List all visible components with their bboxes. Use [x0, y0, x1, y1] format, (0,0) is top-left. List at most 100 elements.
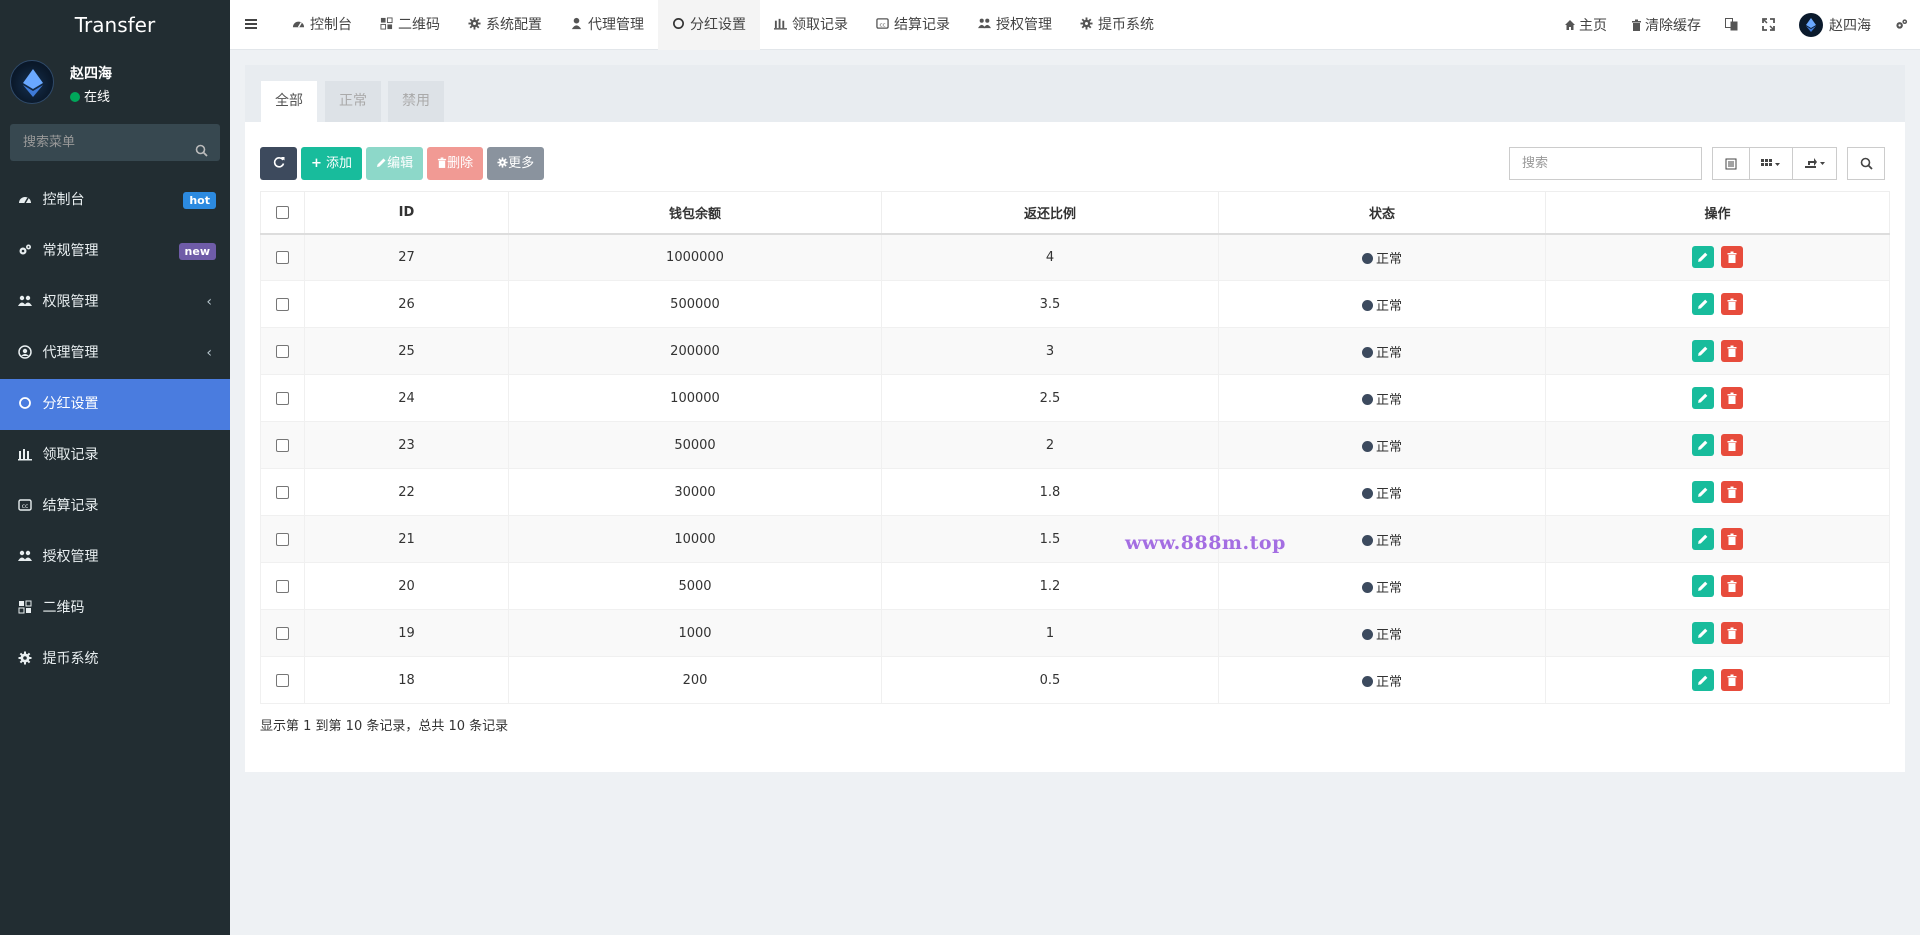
row-edit-button[interactable] [1692, 434, 1715, 456]
tab-settlements[interactable]: cc 结算记录 [862, 0, 964, 50]
sidebar-item-dashboard[interactable]: 控制台 hot [0, 175, 230, 226]
more-button[interactable]: 更多 [487, 147, 545, 180]
tab-authorization[interactable]: 授权管理 [964, 0, 1066, 50]
refresh-button[interactable] [260, 147, 297, 180]
language-button[interactable] [1713, 17, 1750, 33]
clear-cache-button[interactable]: 清除缓存 [1619, 15, 1713, 35]
user-menu[interactable]: 赵四海 [1787, 13, 1883, 37]
more-label: 更多 [508, 156, 535, 171]
table-row[interactable]: 24 100000 2.5 正常 [260, 374, 1890, 422]
table-row[interactable]: 19 1000 1 正常 [260, 609, 1890, 657]
tab-claims[interactable]: 领取记录 [760, 0, 862, 50]
sidebar-item-qrcode[interactable]: 二维码 [0, 583, 230, 634]
row-checkbox[interactable] [276, 579, 289, 593]
row-edit-button[interactable] [1692, 622, 1715, 644]
table-row[interactable]: 25 200000 3 正常 [260, 327, 1890, 375]
row-checkbox[interactable] [276, 626, 289, 640]
row-delete-button[interactable] [1720, 340, 1743, 362]
row-checkbox[interactable] [276, 297, 289, 311]
row-delete-button[interactable] [1720, 293, 1743, 315]
tab-dashboard[interactable]: 控制台 [278, 0, 366, 50]
sidebar-search-input[interactable]: 搜索菜单 [10, 124, 220, 161]
group-icon [18, 550, 32, 561]
row-checkbox[interactable] [276, 344, 289, 358]
row-checkbox[interactable] [276, 391, 289, 405]
row-delete-button[interactable] [1720, 481, 1743, 503]
sidebar-item-authorization[interactable]: 授权管理 [0, 532, 230, 583]
export-button[interactable] [1792, 147, 1837, 180]
qrcode-icon [18, 600, 32, 614]
filter-tab-all[interactable]: 全部 [261, 81, 317, 122]
edit-button[interactable]: 编辑 [366, 147, 424, 180]
svg-text:cc: cc [22, 503, 29, 510]
row-checkbox[interactable] [276, 532, 289, 546]
table-search-input[interactable]: 搜索 [1509, 147, 1702, 180]
sidebar-item-agents[interactable]: 代理管理 ‹ [0, 328, 230, 379]
search-icon[interactable] [195, 135, 208, 172]
cell-id: 21 [304, 515, 509, 563]
table-row[interactable]: 27 1000000 4 正常 [260, 233, 1890, 281]
tab-label: 提币系统 [1098, 17, 1154, 33]
row-checkbox[interactable] [276, 438, 289, 452]
row-edit-button[interactable] [1692, 293, 1715, 315]
table-row[interactable]: 18 200 0.5 正常 [260, 656, 1890, 704]
row-edit-button[interactable] [1692, 481, 1715, 503]
filter-tab-normal[interactable]: 正常 [325, 81, 381, 122]
home-link[interactable]: 主页 [1552, 15, 1619, 35]
sidebar-item-dividend[interactable]: 分红设置 [0, 379, 230, 430]
group-icon [978, 18, 991, 29]
row-edit-button[interactable] [1692, 246, 1715, 269]
columns-button[interactable] [1749, 147, 1793, 180]
row-edit-button[interactable] [1692, 669, 1715, 691]
table-row[interactable]: 22 30000 1.8 正常 [260, 468, 1890, 516]
sidebar-item-withdraw[interactable]: 提币系统 [0, 634, 230, 685]
settings-button[interactable] [1883, 17, 1920, 33]
menu-toggle-icon[interactable] [244, 17, 258, 35]
sidebar-item-permissions[interactable]: 权限管理 ‹ [0, 277, 230, 328]
tab-system-config[interactable]: 系统配置 [454, 0, 556, 50]
row-delete-button[interactable] [1720, 434, 1743, 456]
table-row[interactable]: 26 500000 3.5 正常 [260, 280, 1890, 328]
row-edit-button[interactable] [1692, 387, 1715, 409]
fullscreen-button[interactable] [1750, 17, 1787, 33]
table-row[interactable]: 21 10000 1.5 正常 [260, 515, 1890, 563]
header-id[interactable]: ID [304, 191, 509, 235]
trash-icon [1727, 345, 1737, 357]
row-edit-button[interactable] [1692, 575, 1715, 597]
tab-qrcode[interactable]: 二维码 [366, 0, 454, 50]
cell-balance: 5000 [508, 562, 882, 610]
app-logo[interactable]: Transfer [0, 0, 230, 50]
row-delete-button[interactable] [1720, 246, 1743, 269]
tab-label: 授权管理 [996, 17, 1052, 33]
filter-tab-disabled[interactable]: 禁用 [388, 81, 444, 122]
header-ratio[interactable]: 返还比例 [881, 191, 1219, 235]
row-edit-button[interactable] [1692, 528, 1715, 550]
tab-dividend[interactable]: 分红设置 [658, 0, 760, 50]
row-checkbox[interactable] [276, 485, 289, 499]
cell-id: 24 [304, 374, 509, 422]
row-delete-button[interactable] [1720, 528, 1743, 550]
sidebar-item-label: 控制台 [42, 192, 85, 208]
select-all-checkbox[interactable] [276, 205, 289, 219]
row-edit-button[interactable] [1692, 340, 1715, 362]
add-button[interactable]: + 添加 [301, 147, 363, 180]
advanced-search-button[interactable] [1847, 147, 1885, 180]
header-status[interactable]: 状态 [1218, 191, 1546, 235]
row-delete-button[interactable] [1720, 669, 1743, 691]
table-body: 27 1000000 4 正常 26 500000 3.5 正常 25 2000… [260, 233, 1890, 704]
table-row[interactable]: 23 50000 2 正常 [260, 421, 1890, 469]
table-row[interactable]: 20 5000 1.2 正常 [260, 562, 1890, 610]
row-checkbox[interactable] [276, 250, 289, 264]
row-delete-button[interactable] [1720, 622, 1743, 644]
header-balance[interactable]: 钱包余额 [508, 191, 882, 235]
row-delete-button[interactable] [1720, 387, 1743, 409]
row-delete-button[interactable] [1720, 575, 1743, 597]
toggle-view-button[interactable] [1712, 147, 1750, 180]
sidebar-item-general[interactable]: 常规管理 new [0, 226, 230, 277]
tab-withdraw[interactable]: 提币系统 [1066, 0, 1168, 50]
row-checkbox[interactable] [276, 673, 289, 687]
delete-button[interactable]: 删除 [427, 147, 484, 180]
sidebar-item-settlements[interactable]: cc 结算记录 [0, 481, 230, 532]
tab-agents[interactable]: 代理管理 [556, 0, 658, 50]
sidebar-item-claims[interactable]: 领取记录 [0, 430, 230, 481]
